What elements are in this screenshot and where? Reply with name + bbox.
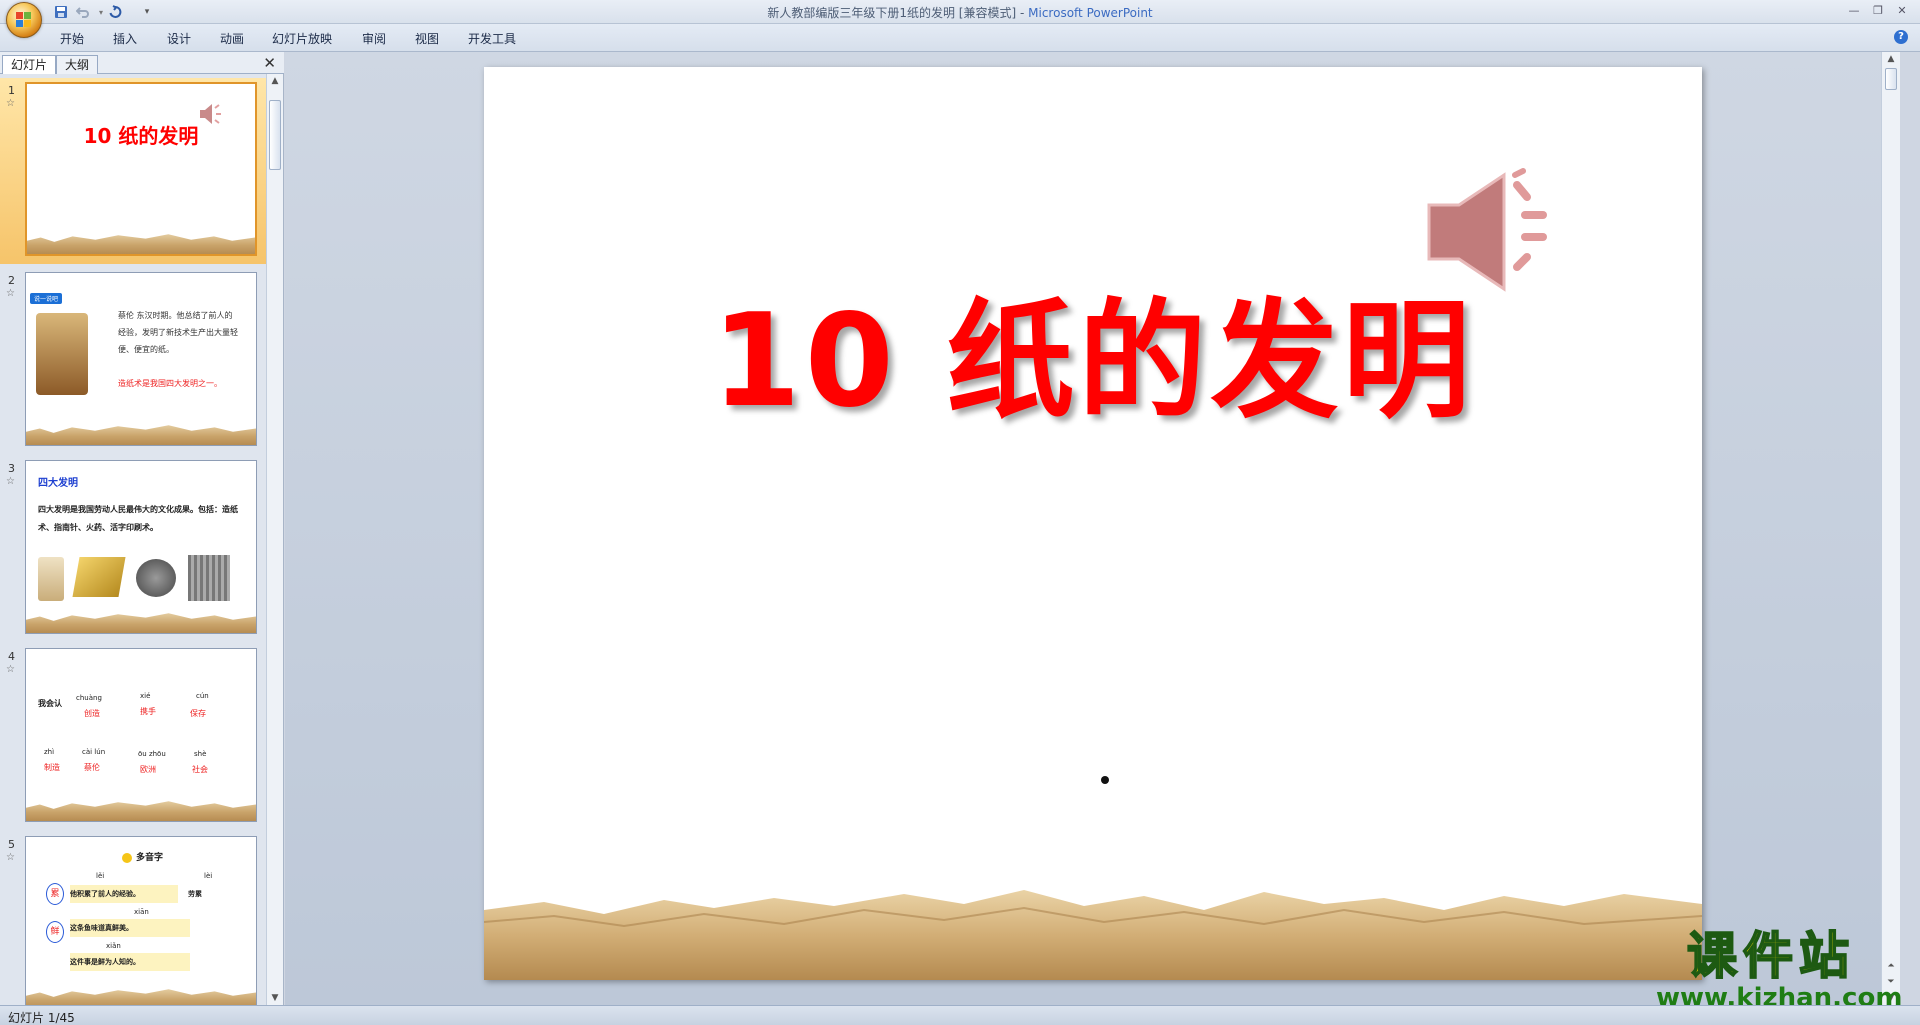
current-slide[interactable]: 10 纸的发明 <box>484 67 1702 980</box>
animation-star-icon: ☆ <box>6 98 15 109</box>
thumb-canvas: 我会认 chuàng 创造 xié 携手 cún 保存 zhì 制造 cài l… <box>25 648 257 822</box>
close-icon[interactable]: ✕ <box>263 54 276 72</box>
tab-design[interactable]: 设计 <box>167 30 191 47</box>
animation-star-icon: ☆ <box>6 664 15 675</box>
thumb-sentence: 这条鱼味道真鲜美。 <box>70 919 190 937</box>
tab-home[interactable]: 开始 <box>60 30 84 47</box>
hanzi: 创造 <box>84 709 100 718</box>
thumb-sentence: 这件事是鲜为人知的。 <box>70 953 190 971</box>
thumb-canvas: 10 纸的发明 <box>25 82 257 256</box>
app-name: Microsoft PowerPoint <box>1028 6 1153 20</box>
minimize-icon[interactable]: — <box>1844 2 1864 20</box>
thumb-text-red: 造纸术是我国四大发明之一。 <box>118 379 222 388</box>
parchment-border <box>26 425 256 445</box>
slide-scrollbar[interactable]: ▲ ⏶ ⏷ ▼ <box>1881 52 1900 1005</box>
slide-number: 4 <box>8 650 15 663</box>
watermark-logo: 课件站 www.kjzhan.com <box>1656 927 1902 1012</box>
scrollbar-thumb[interactable] <box>269 100 281 170</box>
pinyin: lěi <box>96 872 105 880</box>
thumb-badge: 说一说吧 <box>30 293 63 304</box>
slide-thumbnail-3[interactable]: 3 ☆ 四大发明 四大发明是我国劳动人民最伟大的文化成果。包括：造纸术、指南针、… <box>0 456 266 642</box>
parchment-border <box>27 234 255 254</box>
hanzi: 携手 <box>140 707 156 716</box>
tab-insert[interactable]: 插入 <box>113 30 137 47</box>
hanzi: 蔡伦 <box>84 763 100 772</box>
slide-thumbnail-4[interactable]: 4 ☆ 我会认 chuàng 创造 xié 携手 cún 保存 zhì 制造 c… <box>0 644 266 830</box>
thumb-heading: 四大发明 <box>38 478 78 489</box>
slides-pane: 幻灯片 大纲 ✕ 1 ☆ 10 纸的发明 2 ☆ 说一说吧 蔡伦 东汉时期。他总… <box>0 52 284 1005</box>
thumb-label: 我会认 <box>38 699 62 708</box>
parchment-border <box>26 613 256 633</box>
tab-animation[interactable]: 动画 <box>220 30 244 47</box>
scrollbar-thumb[interactable] <box>1885 68 1897 90</box>
title-bar: ▾ ▾ 新人教部编版三年级下册1纸的发明 [兼容模式] - Microsoft … <box>0 0 1920 38</box>
tab-slideshow[interactable]: 幻灯片放映 <box>272 30 332 47</box>
gunpowder-image <box>136 559 176 597</box>
scroll-up-icon[interactable]: ▲ <box>267 76 283 86</box>
hanzi: 欧洲 <box>140 765 156 774</box>
speaker-icon[interactable] <box>1419 167 1559 297</box>
status-bar: 幻灯片 1/45 <box>0 1005 1920 1025</box>
animation-star-icon: ☆ <box>6 288 15 299</box>
slide-thumbnail-5[interactable]: 5 ☆ 多音字 lěi lèi 累 他积累了前人的经验。 劳累 xiān 鲜 这… <box>0 832 266 1005</box>
hanzi: 社会 <box>192 765 208 774</box>
restore-icon[interactable]: ❐ <box>1868 2 1888 20</box>
document-title: 新人教部编版三年级下册1纸的发明 [兼容模式] <box>767 6 1017 20</box>
thumb-text: 四大发明是我国劳动人民最伟大的文化成果。包括：造纸术、指南针、火药、活字印刷术。 <box>38 505 238 532</box>
tab-outline[interactable]: 大纲 <box>56 55 99 74</box>
parchment-border <box>26 989 256 1005</box>
slide-counter: 幻灯片 1/45 <box>8 1011 75 1025</box>
parchment-border <box>26 801 256 821</box>
pane-tabs: 幻灯片 大纲 ✕ <box>0 52 284 74</box>
scroll-down-icon[interactable]: ▼ <box>267 993 283 1003</box>
tab-view[interactable]: 视图 <box>415 30 439 47</box>
hanzi: 制造 <box>44 763 60 772</box>
scroll-image <box>38 557 64 601</box>
office-button[interactable] <box>6 2 42 38</box>
slide-number: 3 <box>8 462 15 475</box>
help-icon[interactable]: ? <box>1894 30 1908 44</box>
thumb-canvas: 四大发明 四大发明是我国劳动人民最伟大的文化成果。包括：造纸术、指南针、火药、活… <box>25 460 257 634</box>
slide-thumbnail-2[interactable]: 2 ☆ 说一说吧 蔡伦 东汉时期。他总结了前人的经验，发明了新技术生产出大量轻便… <box>0 268 266 454</box>
ribbon-tabs: 开始 插入 设计 动画 幻灯片放映 审阅 视图 开发工具 ? <box>0 24 1920 52</box>
pinyin: cún <box>196 692 209 700</box>
tab-slides[interactable]: 幻灯片 <box>2 55 57 74</box>
thumb-heading: 多音字 <box>136 853 164 863</box>
slide-number: 1 <box>8 84 15 97</box>
thumbnail-scrollbar[interactable]: ▲ ▼ <box>266 74 283 1005</box>
tab-developer[interactable]: 开发工具 <box>468 30 516 47</box>
thumb-text: 蔡伦 东汉时期。他总结了前人的经验，发明了新技术生产出大量轻便、便宜的纸。 <box>118 311 238 354</box>
bulb-icon <box>122 853 132 863</box>
slide-thumbnail-1[interactable]: 1 ☆ 10 纸的发明 <box>0 78 266 264</box>
slide-number: 2 <box>8 274 15 287</box>
speaker-icon <box>200 104 221 124</box>
compass-image <box>72 557 126 597</box>
office-logo-icon <box>16 12 32 28</box>
animation-star-icon: ☆ <box>6 476 15 487</box>
char-badge: 鲜 <box>46 921 64 943</box>
watermark-cn: 课件站 <box>1686 927 1855 985</box>
scroll-up-icon[interactable]: ▲ <box>1883 54 1899 64</box>
hanzi: 保存 <box>190 709 206 718</box>
tab-review[interactable]: 审阅 <box>362 30 386 47</box>
thumb-sentence: 他积累了前人的经验。 <box>70 885 178 903</box>
char-badge: 累 <box>46 883 64 905</box>
thumbnail-list: 1 ☆ 10 纸的发明 2 ☆ 说一说吧 蔡伦 东汉时期。他总结了前人的经验，发… <box>0 74 266 1005</box>
thumb-canvas: 说一说吧 蔡伦 东汉时期。他总结了前人的经验，发明了新技术生产出大量轻便、便宜的… <box>25 272 257 446</box>
thumb-word: 劳累 <box>188 890 202 898</box>
portrait-image <box>36 313 88 395</box>
parchment-border <box>484 890 1702 980</box>
title-separator: - <box>1016 6 1029 20</box>
slide-number: 5 <box>8 838 15 851</box>
slide-editor: 10 纸的发明 ▲ ⏶ ⏷ ▼ 课件站 www.kjzhan.com <box>285 52 1902 1012</box>
placeholder-dot <box>1101 776 1109 784</box>
thumb-canvas: 多音字 lěi lèi 累 他积累了前人的经验。 劳累 xiān 鲜 这条鱼味道… <box>25 836 257 1005</box>
window-title: 新人教部编版三年级下册1纸的发明 [兼容模式] - Microsoft Powe… <box>0 4 1920 21</box>
movable-type-image <box>188 555 230 601</box>
pinyin: lèi <box>204 872 213 880</box>
animation-star-icon: ☆ <box>6 852 15 863</box>
close-window-icon[interactable]: ✕ <box>1892 2 1912 20</box>
